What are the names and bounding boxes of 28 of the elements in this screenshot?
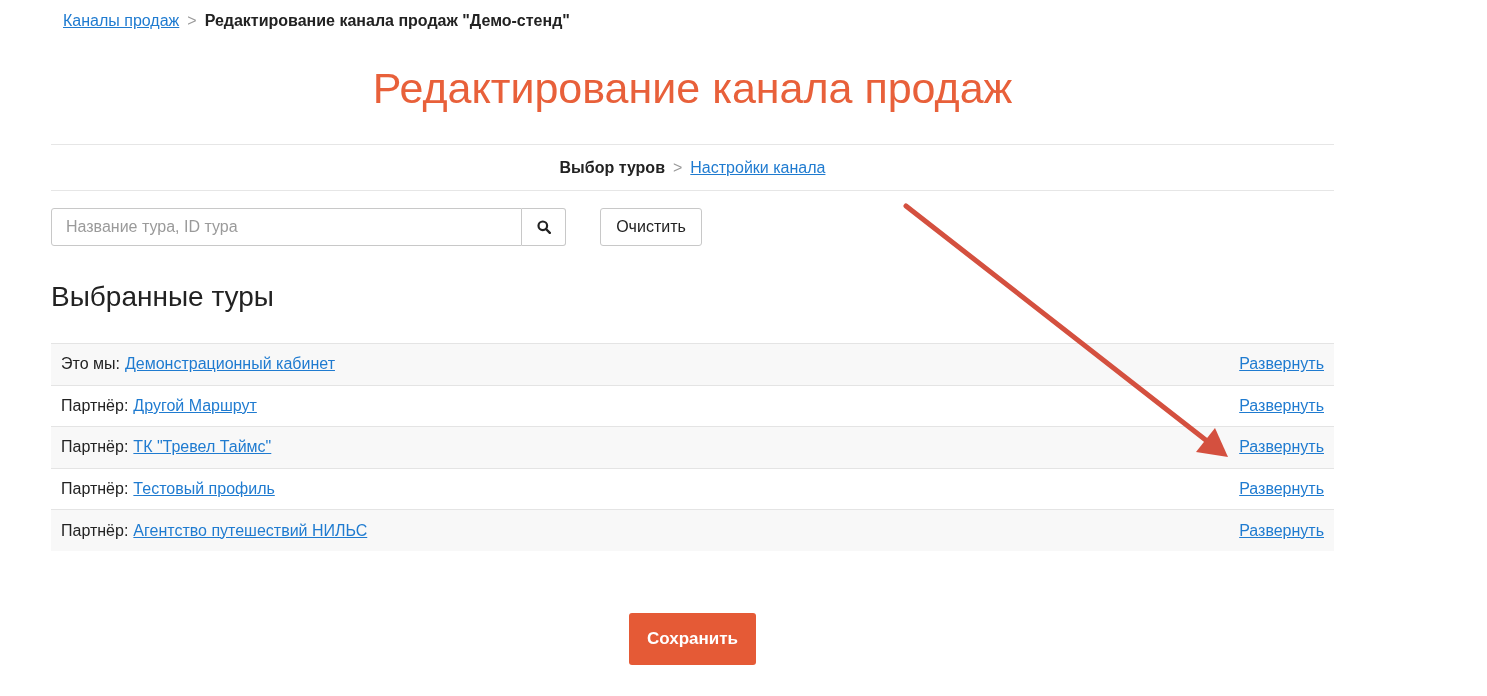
row-label: Партнёр: — [61, 437, 129, 458]
search-icon — [536, 220, 551, 234]
save-button[interactable]: Сохранить — [629, 612, 756, 665]
row-label: Партнёр: — [61, 520, 129, 541]
agency-link[interactable]: ТК "Тревел Таймс" — [133, 435, 272, 460]
section-heading: Выбранные туры — [51, 281, 275, 313]
breadcrumb-current: Редактирование канала продаж "Демо-стенд" — [204, 11, 570, 31]
row-label: Партнёр: — [61, 479, 129, 500]
agency-link[interactable]: Тестовый профиль — [133, 477, 275, 502]
step-separator: > — [672, 157, 683, 178]
agency-link[interactable]: Другой Маршрут — [133, 393, 257, 418]
row-label: Партнёр: — [61, 395, 129, 416]
breadcrumb-link[interactable]: Каналы продаж — [63, 9, 180, 33]
page-title: Редактирование канала продаж — [371, 64, 1014, 112]
clear-button[interactable]: Очистить — [600, 208, 702, 246]
expand-link[interactable]: Развернуть — [1239, 477, 1324, 502]
expand-link[interactable]: Развернуть — [1239, 518, 1324, 543]
search-field[interactable]: Название тура, ID тура — [51, 208, 522, 246]
search-button[interactable] — [522, 208, 566, 246]
agency-link[interactable]: Демонстрационный кабинет — [124, 352, 335, 377]
breadcrumb-separator: > — [187, 11, 197, 31]
agency-link[interactable]: Агентство путешествий НИЛЬС — [133, 518, 368, 543]
expand-link[interactable]: Развернуть — [1239, 435, 1324, 460]
wizard-step[interactable]: Настройки канала — [690, 155, 826, 180]
wizard-step[interactable]: Выбор туров — [559, 155, 665, 180]
expand-link[interactable]: Развернуть — [1239, 393, 1324, 418]
row-label: Это мы: — [61, 354, 120, 375]
expand-link[interactable]: Развернуть — [1239, 352, 1324, 377]
